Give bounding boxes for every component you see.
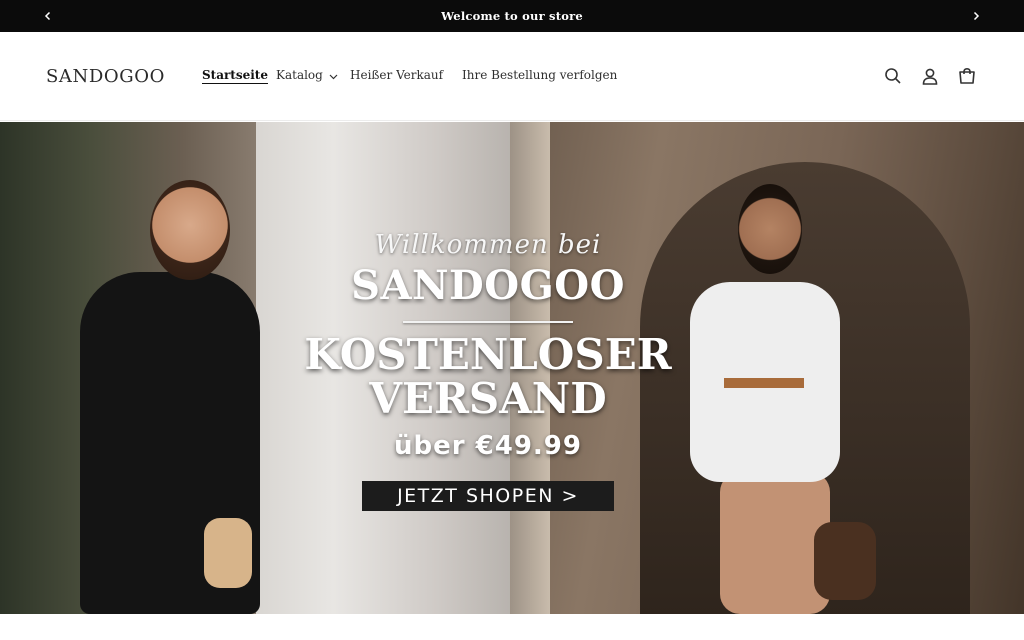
hero-divider bbox=[403, 321, 573, 323]
shop-now-button[interactable]: JETZT SHOPEN > bbox=[362, 481, 614, 511]
hero-banner[interactable]: Willkommen bei SANDOGOO KOSTENLOSER VERS… bbox=[0, 122, 1024, 614]
hero-welcome: Willkommen bei bbox=[374, 230, 602, 260]
account-icon[interactable] bbox=[920, 66, 940, 86]
hero-subline: über €49.99 bbox=[394, 431, 582, 461]
nav-item-heisser-verkauf[interactable]: Heißer Verkauf bbox=[350, 68, 443, 82]
announcement-text: Welcome to our store bbox=[441, 9, 583, 23]
logo[interactable]: SANDOGOO bbox=[46, 66, 165, 87]
nav-item-katalog-label: Katalog bbox=[276, 68, 323, 82]
model-right-belt bbox=[724, 378, 804, 388]
hero-copy: Willkommen bei SANDOGOO KOSTENLOSER VERS… bbox=[300, 230, 676, 511]
chevron-left-icon[interactable] bbox=[38, 6, 58, 26]
nav-item-startseite[interactable]: Startseite bbox=[202, 68, 268, 82]
nav-item-bestellung-verfolgen[interactable]: Ihre Bestellung verfolgen bbox=[462, 68, 617, 82]
cart-icon[interactable] bbox=[957, 66, 977, 86]
hero-brand: SANDOGOO bbox=[351, 262, 625, 309]
site-header: SANDOGOO Startseite Katalog Heißer Verka… bbox=[0, 32, 1024, 121]
model-right-bag bbox=[814, 522, 876, 600]
model-right-head bbox=[738, 184, 802, 274]
chevron-right-icon[interactable] bbox=[966, 6, 986, 26]
announcement-bar: Welcome to our store bbox=[0, 0, 1024, 32]
hero-headline-1: KOSTENLOSER bbox=[304, 330, 672, 379]
chevron-down-icon bbox=[329, 69, 338, 83]
model-left-clutch bbox=[204, 518, 252, 588]
nav-item-katalog[interactable]: Katalog bbox=[276, 68, 338, 83]
search-icon[interactable] bbox=[883, 66, 903, 86]
model-left-head bbox=[150, 180, 230, 280]
hero-headline-2: VERSAND bbox=[369, 374, 607, 423]
